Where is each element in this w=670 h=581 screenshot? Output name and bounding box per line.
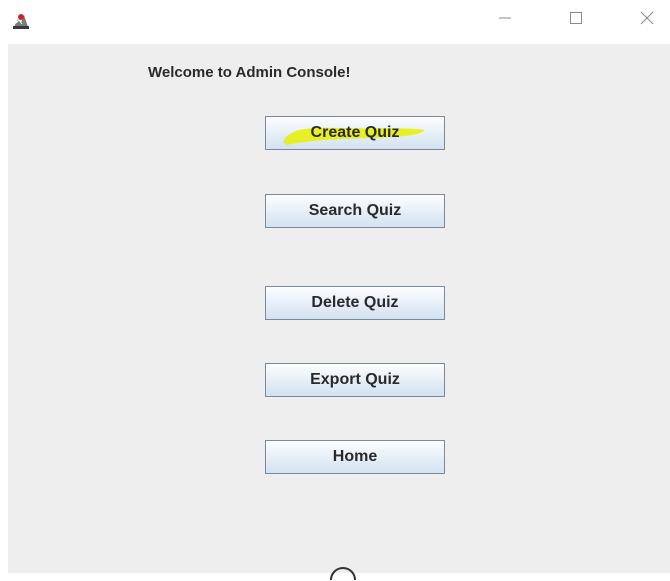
welcome-heading: Welcome to Admin Console! [148,64,351,81]
home-button[interactable]: Home [265,440,445,474]
minimize-button[interactable] [482,0,528,40]
export-quiz-button[interactable]: Export Quiz [265,363,445,397]
partial-circle-icon [330,567,356,581]
close-icon [639,10,655,31]
search-quiz-button[interactable]: Search Quiz [265,194,445,228]
create-quiz-button[interactable]: Create Quiz [265,116,445,150]
admin-console-panel: Welcome to Admin Console! Create Quiz Se… [8,44,670,581]
maximize-icon [569,11,583,30]
java-duke-icon[interactable] [10,9,32,31]
create-quiz-label: Create Quiz [310,124,400,141]
delete-quiz-label: Delete Quiz [311,294,399,311]
home-label: Home [332,448,378,465]
title-bar [0,0,670,44]
delete-quiz-button[interactable]: Delete Quiz [265,286,445,320]
maximize-button[interactable] [553,0,599,40]
export-quiz-label: Export Quiz [310,371,400,388]
minimize-icon [498,11,512,30]
close-button[interactable] [624,0,670,40]
search-quiz-label: Search Quiz [308,202,402,219]
